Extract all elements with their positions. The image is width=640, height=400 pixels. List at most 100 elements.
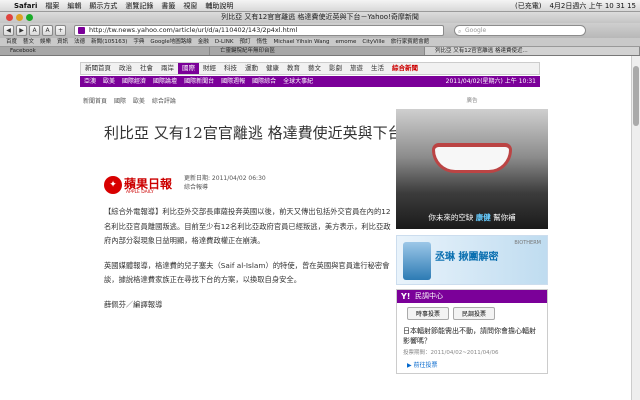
subnav-item[interactable]: 歐美 <box>103 76 115 87</box>
nav-item[interactable]: 生活 <box>367 63 388 74</box>
dental-ad[interactable]: 你未來的空缺 康健 幫你補 <box>396 109 548 229</box>
menu-file[interactable]: 檔案 <box>41 0 63 12</box>
article-meta: 更新日期: 2011/04/02 06:30 綜合報導 <box>184 174 266 192</box>
nav-item[interactable]: 旅遊 <box>346 63 367 74</box>
breadcrumb-item[interactable]: 新聞首頁 <box>83 98 107 105</box>
text-smaller-button[interactable]: A <box>29 25 40 36</box>
menu-help[interactable]: 輔助說明 <box>201 0 237 12</box>
nav-item-featured[interactable]: 綜合新聞 <box>388 63 422 74</box>
poll-period: 投票期間：2011/04/02~2011/04/06 <box>403 350 499 356</box>
article-headline: 利比亞 又有12官官離逃 格達費使近英與下台 <box>104 124 403 142</box>
minimize-window-icon[interactable] <box>16 14 23 21</box>
dental-ad-text: 你未來的空缺 康健 幫你補 <box>396 212 548 223</box>
poll-tab-current[interactable]: 時事投票 <box>407 307 450 320</box>
bookmarks-bar: 百度 藝文 娛樂 資訊 法德 新聞(105163) 字典 Google地圖路線 … <box>0 38 640 47</box>
nav-item[interactable]: 新聞首頁 <box>81 63 115 74</box>
search-field[interactable]: ⌕ Google <box>454 25 586 36</box>
author: 綜合報導 <box>184 184 209 191</box>
nav-item[interactable]: 財經 <box>199 63 220 74</box>
subnav-item[interactable]: 亞澳 <box>84 76 96 87</box>
menu-window[interactable]: 視窗 <box>179 0 201 12</box>
address-bar[interactable]: http://tw.news.yahoo.com/article/url/d/a… <box>74 25 444 36</box>
bookmark-item[interactable]: 藝文 <box>23 38 34 46</box>
bookmark-item[interactable]: 字典 <box>133 38 144 46</box>
nav-item[interactable]: 科技 <box>220 63 241 74</box>
nav-item[interactable]: 運動 <box>241 63 262 74</box>
ad2-title: 丞琳 揪團解密 <box>435 252 499 263</box>
tab-facebook[interactable]: Facebook <box>0 47 210 55</box>
breadcrumb-item[interactable]: 綜合評論 <box>152 98 176 105</box>
nav-item-international[interactable]: 國際 <box>178 63 199 74</box>
smile-image <box>432 143 512 173</box>
news-page: 新聞首頁 政治 社會 兩岸 國際 財經 科技 運動 健康 教育 藝文 影劇 旅遊… <box>80 56 560 400</box>
bookmark-item[interactable]: 娛樂 <box>40 38 51 46</box>
breadcrumb: 新聞首頁 國際 歐美 綜合評論 <box>83 96 181 105</box>
back-button[interactable]: ◀ <box>3 25 14 36</box>
text-larger-button[interactable]: A <box>42 25 53 36</box>
subnav-item[interactable]: 國際論壇 <box>153 76 177 87</box>
menu-view[interactable]: 顯示方式 <box>85 0 121 12</box>
yahoo-icon: Y! <box>401 292 411 301</box>
bookmark-item[interactable]: D-LINK <box>215 38 234 46</box>
nav-item[interactable]: 政治 <box>115 63 136 74</box>
vote-link[interactable]: ▶ 前往投票 <box>397 356 547 373</box>
ad2-brand: BIOTHERM <box>514 240 541 246</box>
bookmark-item[interactable]: 旅行家賓館會館 <box>391 38 430 46</box>
nav-item[interactable]: 教育 <box>283 63 304 74</box>
subnav-item[interactable]: 國際綜合 <box>252 76 276 87</box>
tab-yahoo-news[interactable]: 列比亞 又有12官官離逃 格達費使近... <box>425 47 640 55</box>
cosmetics-ad[interactable]: 丞琳 揪團解密 BIOTHERM <box>396 235 548 285</box>
bookmark-item[interactable]: 法德 <box>74 38 85 46</box>
article-paragraph: 【綜合外電報導】利比亞外交部長庫薩投奔英國以後，前天又傳出包括外交官員在內的12… <box>104 207 391 245</box>
add-bookmark-button[interactable]: + <box>55 25 66 36</box>
bookmark-item[interactable]: 惰性 <box>256 38 267 46</box>
search-icon: ⌕ <box>458 28 462 35</box>
nav-date: 2011/04/02(星期六) 上午 10:31 <box>445 78 536 85</box>
subnav-item[interactable]: 國際週報 <box>221 76 245 87</box>
nav-item[interactable]: 健康 <box>262 63 283 74</box>
bookmark-item[interactable]: 資訊 <box>57 38 68 46</box>
nav-item[interactable]: 藝文 <box>304 63 325 74</box>
nav-item[interactable]: 影劇 <box>325 63 346 74</box>
sidebar: 廣告 你未來的空缺 康健 幫你補 丞琳 揪團解密 BIOTHERM Y! 民調中… <box>396 96 548 374</box>
apple-daily-logo: ✦ 蘋果日報 APPLE DAILY <box>104 174 178 198</box>
apple-logo-icon: ✦ <box>104 176 122 194</box>
breadcrumb-item[interactable]: 國際 <box>114 98 126 105</box>
nav-item[interactable]: 社會 <box>136 63 157 74</box>
bookmark-item[interactable]: CityVille <box>362 38 384 46</box>
breadcrumb-item[interactable]: 歐美 <box>133 98 145 105</box>
forward-button[interactable]: ▶ <box>16 25 27 36</box>
subnav-item[interactable]: 國際經濟 <box>122 76 146 87</box>
secondary-nav: 亞澳 歐美 國際經濟 國際論壇 國際新聞台 國際週報 國際綜合 全球大事紀 20… <box>80 76 540 87</box>
bookmark-item[interactable]: 預訂 <box>239 38 250 46</box>
poll-question[interactable]: 日本輻射節能需出不動，請問你會擔心輻射影響嗎？ <box>397 324 547 348</box>
ad1-tail: 幫你補 <box>493 213 516 222</box>
bookmark-item[interactable]: 金融 <box>198 38 209 46</box>
window-title: 列比亞 又有12官官離逃 格達費使近英與下台－Yahoo!奇摩新聞 <box>221 13 419 21</box>
bookmark-item[interactable]: Michael Yihsin Wang <box>273 38 329 46</box>
clock[interactable]: 4月2日週六 上午 10 31 15 <box>545 0 640 12</box>
menu-bookmarks[interactable]: 書籤 <box>157 0 179 12</box>
window-titlebar: 列比亞 又有12官官離逃 格達費使近英與下台－Yahoo!奇摩新聞 <box>0 12 640 23</box>
subnav-item[interactable]: 全球大事紀 <box>283 76 313 87</box>
tab-second[interactable]: 亡靈鍵院紀年無印台區 <box>210 47 425 55</box>
poll-tab-survey[interactable]: 民調投票 <box>453 307 496 320</box>
zoom-window-icon[interactable] <box>26 14 33 21</box>
nav-item[interactable]: 兩岸 <box>157 63 178 74</box>
bookmark-item[interactable]: emome <box>336 38 357 46</box>
bookmark-item[interactable]: Google地圖路線 <box>150 38 191 46</box>
subnav-item[interactable]: 國際新聞台 <box>184 76 214 87</box>
app-menu[interactable]: Safari <box>10 0 41 12</box>
article-paragraph: 英國媒體報導，格達費的兒子塞夫（Saif al-Islam）的特使，曾在英國與官… <box>104 260 390 285</box>
menu-bar: Safari 檔案 編輯 顯示方式 瀏覽記錄 書籤 視窗 輔助說明 (已充電) … <box>0 0 640 12</box>
bottle-image <box>403 242 431 280</box>
bookmark-item[interactable]: 新聞(105163) <box>91 38 127 46</box>
bookmark-item[interactable]: 百度 <box>6 38 17 46</box>
battery-status[interactable]: (已充電) <box>511 0 545 12</box>
menu-history[interactable]: 瀏覽記錄 <box>121 0 157 12</box>
scroll-thumb[interactable] <box>633 66 639 126</box>
close-window-icon[interactable] <box>6 14 13 21</box>
tab-bar: Facebook 亡靈鍵院紀年無印台區 列比亞 又有12官官離逃 格達費使近..… <box>0 47 640 56</box>
menu-edit[interactable]: 編輯 <box>63 0 85 12</box>
vertical-scrollbar[interactable] <box>631 56 640 400</box>
